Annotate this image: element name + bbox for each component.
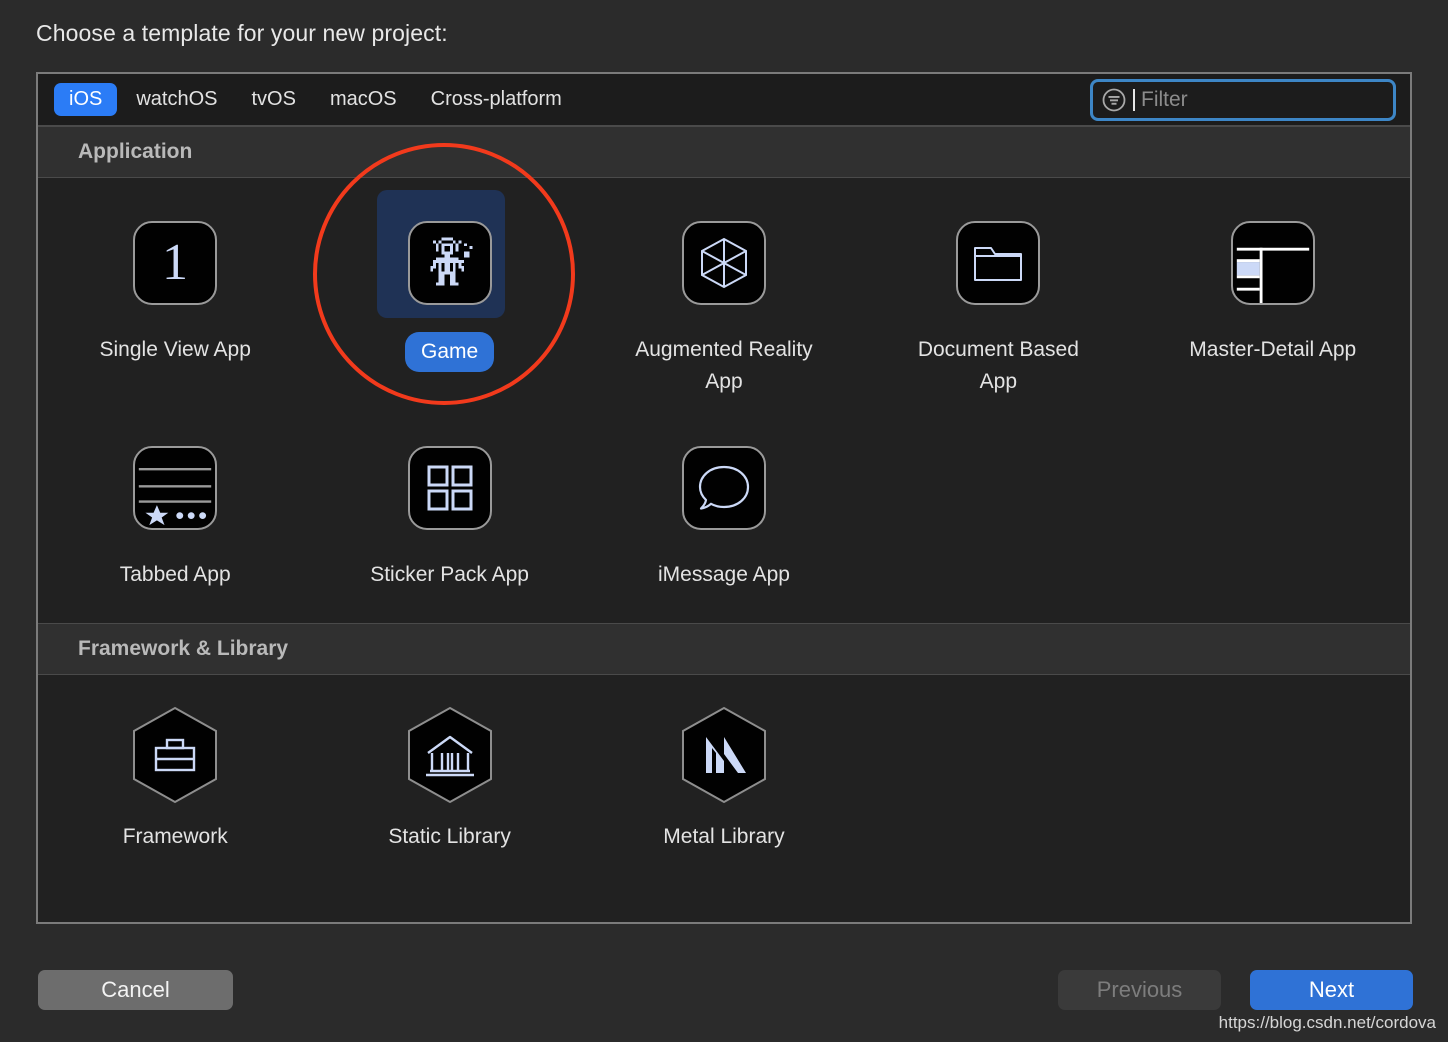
folder-icon	[956, 221, 1041, 305]
icon-container	[120, 433, 230, 543]
template-panel: iOS watchOS tvOS macOS Cross-platform Fi…	[36, 72, 1412, 924]
template-label: Augmented Reality App	[635, 338, 813, 393]
filter-placeholder: Filter	[1141, 87, 1188, 111]
grid-four-icon	[407, 446, 492, 530]
template-label: Game	[404, 332, 495, 372]
grid-spacer	[1136, 693, 1410, 859]
template-grid-application: 1 Single View App Game Augmented Reality…	[38, 190, 1410, 597]
hexagon-bank-icon	[407, 706, 492, 803]
icon-container	[669, 433, 779, 543]
tab-watchos[interactable]: watchOS	[121, 83, 232, 116]
tab-bar-icon	[133, 446, 218, 530]
template-grid-framework-library: Framework Static Library Metal Library	[38, 693, 1410, 859]
tab-ios[interactable]: iOS	[54, 83, 118, 116]
tab-cross-platform[interactable]: Cross-platform	[416, 83, 577, 116]
template-label: Sticker Pack App	[370, 563, 529, 586]
watermark-url: https://blog.csdn.net/cordova	[1218, 1013, 1436, 1032]
cancel-button[interactable]: Cancel	[38, 970, 233, 1010]
grid-spacer	[861, 693, 1135, 859]
template-item-tabbed-app[interactable]: Tabbed App	[38, 403, 312, 597]
section-header-application: Application	[38, 126, 1410, 178]
template-item-framework[interactable]: Framework	[38, 693, 312, 859]
icon-container	[943, 208, 1053, 318]
icon-container: 1	[120, 208, 230, 318]
icon-container	[129, 705, 221, 805]
section-body-application: 1 Single View App Game Augmented Reality…	[38, 178, 1410, 623]
grid-spacer	[1136, 403, 1410, 597]
speech-bubble-icon	[681, 446, 766, 530]
template-item-master-detail-app[interactable]: Master-Detail App	[1136, 196, 1410, 403]
text-cursor	[1133, 88, 1135, 111]
dialog-footer: Cancel Previous Next https://blog.csdn.n…	[0, 956, 1448, 1042]
template-label: Master-Detail App	[1189, 338, 1357, 361]
template-label: Static Library	[388, 824, 511, 848]
split-view-icon	[1230, 221, 1315, 305]
pixel-astronaut-icon	[407, 221, 492, 305]
template-label: iMessage App	[658, 563, 790, 586]
template-item-single-view-app[interactable]: 1 Single View App	[38, 196, 312, 403]
platform-tabbar: iOS watchOS tvOS macOS Cross-platform Fi…	[38, 74, 1410, 126]
template-item-metal-library[interactable]: Metal Library	[587, 693, 861, 859]
template-item-document-based-app[interactable]: Document Based App	[861, 196, 1135, 403]
template-label: Single View App	[99, 338, 251, 361]
wireframe-cube-icon	[681, 221, 766, 305]
new-project-template-dialog: Choose a template for your new project: …	[0, 0, 1448, 1042]
hexagon-briefcase-icon	[133, 706, 218, 803]
template-item-augmented-reality-app[interactable]: Augmented Reality App	[587, 196, 861, 403]
page-title: Choose a template for your new project:	[36, 20, 448, 46]
template-item-sticker-pack-app[interactable]: Sticker Pack App	[312, 403, 586, 597]
template-item-imessage-app[interactable]: iMessage App	[587, 403, 861, 597]
icon-container	[1218, 208, 1328, 318]
template-label: Document Based App	[917, 338, 1079, 393]
template-label: Metal Library	[663, 824, 785, 848]
icon-container	[678, 705, 770, 805]
icon-container	[669, 208, 779, 318]
template-item-game[interactable]: Game	[312, 190, 586, 403]
previous-button[interactable]: Previous	[1058, 970, 1221, 1010]
tab-tvos[interactable]: tvOS	[237, 83, 311, 116]
template-label: Framework	[122, 824, 228, 848]
number-one-icon: 1	[133, 221, 218, 305]
tab-macos[interactable]: macOS	[315, 83, 412, 116]
section-body-framework-library: Framework Static Library Metal Library	[38, 674, 1410, 884]
section-header-framework-library: Framework & Library	[38, 622, 1410, 675]
icon-container	[404, 705, 496, 805]
filter-icon	[1102, 88, 1126, 111]
template-label: Tabbed App	[119, 563, 231, 586]
template-item-static-library[interactable]: Static Library	[312, 693, 586, 859]
svg-text:1: 1	[162, 234, 188, 291]
icon-container	[395, 433, 505, 543]
icon-container	[376, 190, 505, 318]
next-button[interactable]: Next	[1250, 970, 1413, 1010]
grid-spacer	[861, 403, 1135, 597]
hexagon-metal-m-icon	[681, 706, 766, 803]
filter-field[interactable]: Filter	[1090, 78, 1396, 121]
